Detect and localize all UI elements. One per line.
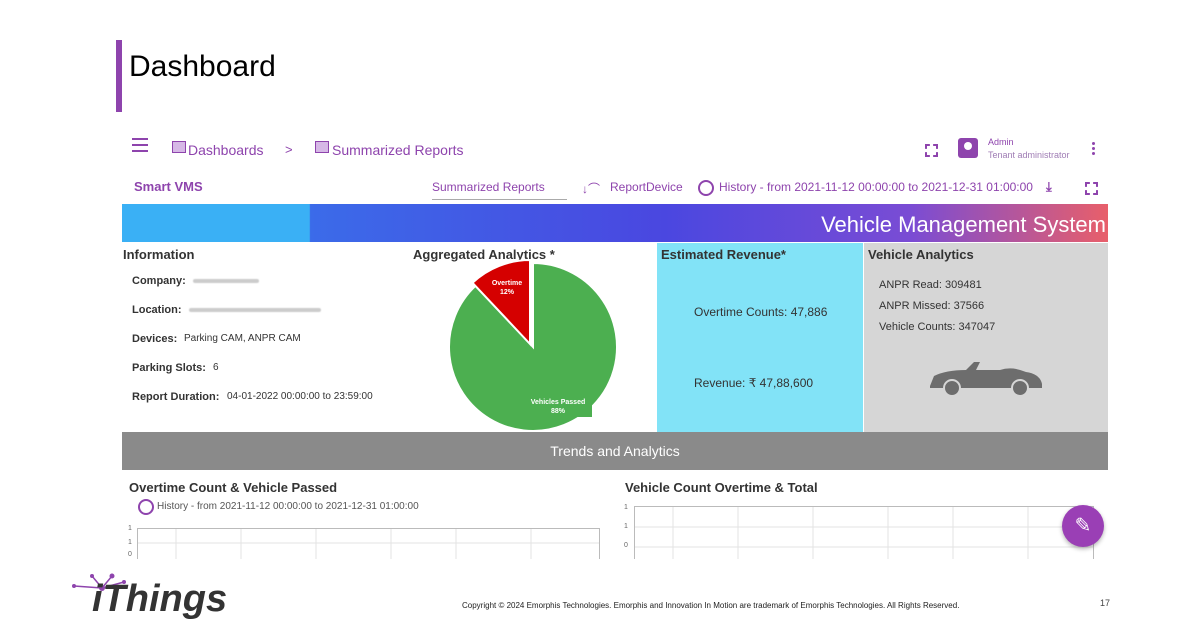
devices-value: Parking CAM, ANPR CAM — [184, 333, 301, 344]
top-nav: Dashboards > Summarized Reports Admin Te… — [122, 132, 1108, 168]
download-icon[interactable]: ⤓ — [1046, 179, 1052, 195]
anpr-read: ANPR Read: 309481 — [879, 279, 982, 291]
location-value-redacted — [189, 308, 321, 312]
fullscreen-widget-icon[interactable] — [1085, 182, 1098, 195]
report-select[interactable]: Summarized Reports — [432, 180, 567, 200]
estimated-revenue-panel: Estimated Revenue* Overtime Counts: 47,8… — [657, 243, 863, 432]
chart1-gridlines — [138, 529, 599, 559]
more-menu-icon[interactable] — [1092, 142, 1095, 157]
passed-slice-value: 88% — [551, 408, 566, 415]
parking-slots-value: 6 — [213, 362, 219, 373]
chart2-tick: 1 — [624, 504, 628, 511]
ithings-logo: iThings — [92, 578, 228, 620]
report-device-button[interactable]: ReportDevice — [610, 180, 683, 194]
breadcrumb-summarized-reports[interactable]: Summarized Reports — [332, 142, 464, 158]
user-name: Admin — [988, 137, 1014, 147]
avatar[interactable] — [958, 138, 978, 158]
vehicle-analytics-panel: Vehicle Analytics ANPR Read: 309481 ANPR… — [864, 243, 1108, 432]
passed-slice-label: Vehicles Passed — [531, 399, 585, 406]
clock-icon — [698, 180, 714, 196]
reports-icon — [315, 141, 329, 153]
slide-title: Dashboard — [129, 50, 276, 83]
trends-title: Trends and Analytics — [550, 443, 680, 459]
overtime-slice-label: Overtime — [492, 280, 522, 287]
history-timewindow[interactable]: History - from 2021-11-12 00:00:00 to 20… — [719, 180, 1033, 194]
chart1-tick: 1 — [128, 539, 132, 546]
breadcrumb-dashboards[interactable]: Dashboards — [188, 142, 264, 158]
devices-label: Devices: — [132, 333, 178, 345]
overtime-slice-value: 12% — [500, 289, 515, 296]
parking-slots-label: Parking Slots: — [132, 362, 206, 374]
report-duration-label: Report Duration: — [132, 391, 220, 403]
user-role: Tenant administrator — [988, 150, 1070, 160]
page-number: 17 — [1100, 598, 1111, 608]
dashboards-icon — [172, 141, 186, 153]
title-accent-bar — [116, 40, 122, 112]
chart2-tick: 1 — [624, 523, 628, 530]
company-value-redacted — [193, 279, 259, 283]
aggregated-pie-chart: Overtime 12% Vehicles Passed 88% — [448, 258, 618, 432]
information-title: Information — [123, 247, 195, 262]
chart2-plot-area — [634, 506, 1094, 559]
location-label: Location: — [132, 304, 182, 316]
banner: Vehicle Management System — [122, 204, 1108, 242]
chart2-tick: 0 — [624, 542, 628, 549]
vehicle-counts: Vehicle Counts: 347047 — [879, 321, 996, 333]
estimated-revenue-title: Estimated Revenue* — [661, 247, 786, 262]
menu-icon[interactable] — [132, 138, 148, 152]
company-label: Company: — [132, 275, 186, 287]
slide: { "slide": { "title": "Dashboard", "page… — [0, 0, 1200, 630]
history-clock-icon — [138, 499, 154, 515]
chart2-gridlines — [635, 507, 1093, 559]
anpr-missed: ANPR Missed: 37566 — [879, 300, 985, 312]
pencil-icon: ✎ — [1074, 515, 1092, 537]
chart1-plot-area — [137, 528, 600, 559]
edit-fab-button[interactable]: ✎ — [1062, 505, 1104, 547]
report-duration-value: 04-01-2022 00:00:00 to 23:59:00 — [227, 391, 373, 402]
chart1-tick: 1 — [128, 525, 132, 532]
chart2-title: Vehicle Count Overtime & Total — [625, 480, 818, 495]
car-icon — [930, 362, 1042, 397]
copyright-notice: Copyright © 2024 Emorphis Technologies. … — [462, 601, 960, 610]
fullscreen-icon[interactable] — [925, 144, 938, 157]
overtime-counts: Overtime Counts: 47,886 — [694, 305, 828, 319]
banner-title: Vehicle Management System — [821, 212, 1106, 237]
breadcrumb-separator: > — [285, 142, 293, 157]
trends-header: Trends and Analytics — [122, 432, 1108, 470]
chart1-tick: 0 — [128, 551, 132, 558]
chart1-title: Overtime Count & Vehicle Passed — [129, 480, 338, 495]
chart1-history[interactable]: History - from 2021-11-12 00:00:00 to 20… — [157, 501, 419, 512]
brand-name: Smart VMS — [134, 179, 203, 194]
revenue-value: Revenue: ₹ 47,88,600 — [694, 376, 814, 390]
sort-icon[interactable]: ↓⌒ — [582, 180, 600, 197]
vehicle-analytics-title: Vehicle Analytics — [868, 247, 974, 262]
